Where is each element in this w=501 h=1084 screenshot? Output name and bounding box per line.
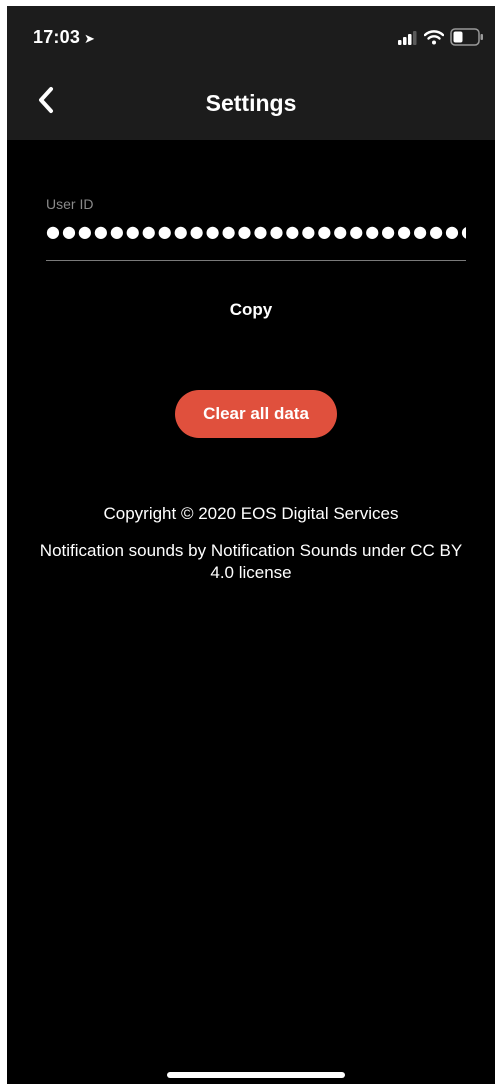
navigation-bar: Settings	[7, 62, 495, 140]
user-id-label: User ID	[46, 196, 94, 212]
status-bar: 17:03 ➤	[7, 6, 495, 62]
cellular-signal-icon	[398, 31, 417, 45]
location-arrow-icon: ➤	[84, 31, 96, 46]
copyright-text: Copyright © 2020 EOS Digital Services	[103, 504, 399, 523]
settings-content: User ID Copy Clear all data Copyright © …	[7, 140, 495, 1084]
status-time: 17:03 ➤	[33, 27, 95, 48]
user-id-field: User ID	[46, 196, 466, 261]
clear-all-data-button[interactable]: Clear all data	[175, 390, 337, 438]
copy-button[interactable]: Copy	[7, 300, 495, 320]
wifi-icon	[424, 30, 444, 45]
page-title: Settings	[205, 90, 297, 116]
battery-icon	[450, 28, 483, 46]
phone-screen: 17:03 ➤ Settings User ID ●●●●●●●●●●●●●●●…	[7, 6, 495, 1084]
user-id-input[interactable]	[46, 222, 466, 241]
credits-text: Notification sounds by Notification Soun…	[39, 541, 463, 582]
home-indicator[interactable]	[167, 1072, 345, 1078]
status-time-text: 17:03	[33, 27, 81, 47]
